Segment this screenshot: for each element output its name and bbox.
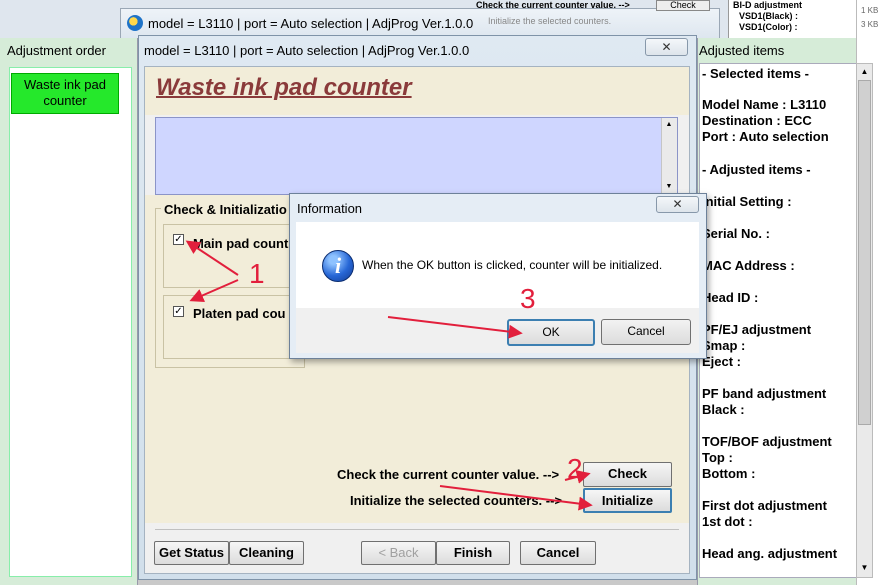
adjusted-item-line: Initial Setting : <box>702 194 792 209</box>
scroll-down-arrow-icon[interactable]: ▼ <box>857 560 872 576</box>
adjustment-order-list <box>9 67 132 577</box>
check-hint: Check the current counter value. --> <box>337 467 560 482</box>
close-icon[interactable]: ✕ <box>645 38 688 56</box>
dialog-title: Information <box>297 201 363 216</box>
main-window-title: model = L3110 | port = Auto selection | … <box>144 43 470 58</box>
step-1-label: 1 <box>249 258 265 289</box>
adjustment-item-label: Waste ink pad <box>24 77 106 92</box>
adjusted-item-line: Top : <box>702 450 733 465</box>
dialog-cancel-button[interactable]: Cancel <box>601 319 691 345</box>
scroll-up-arrow-icon[interactable]: ▲ <box>857 64 872 80</box>
background-adjusted-panel: BI-D adjustment VSD1(Black) : VSD1(Color… <box>728 0 856 38</box>
scroll-up-arrow-icon[interactable]: ▲ <box>662 118 676 132</box>
adjusted-item-line: PF/EJ adjustment <box>702 322 812 337</box>
background-window-title: model = L3110 | port = Auto selection | … <box>148 16 474 31</box>
adjusted-item-line: TOF/BOF adjustment <box>702 434 832 449</box>
ok-button[interactable]: OK <box>507 319 595 346</box>
adjusted-item-line: Destination : ECC <box>702 113 812 128</box>
adjusted-item-line: Head ang. adjustment <box>702 546 838 561</box>
adjusted-item-line: Model Name : L3110 <box>702 97 827 112</box>
page-title: Waste ink pad counter <box>156 74 412 101</box>
adjusted-items-title: Adjusted items <box>699 43 785 58</box>
adjusted-item-line: Bottom : <box>702 466 756 481</box>
main-pad-box <box>163 224 303 288</box>
close-icon[interactable]: ✕ <box>656 196 699 213</box>
check-button[interactable]: Check <box>583 462 672 487</box>
platen-pad-checkbox[interactable]: ✓ <box>173 306 184 317</box>
background-panel-line: VSD1(Black) : <box>739 11 799 21</box>
background-panel-line: VSD1(Color) : <box>739 22 798 32</box>
platen-pad-label: Platen pad cou <box>193 306 286 321</box>
background-check-button[interactable]: Check <box>656 0 710 11</box>
step-3-label: 3 <box>520 283 536 314</box>
background-check-hint: Check the current counter value. --> <box>476 0 630 10</box>
back-button[interactable]: < Back <box>361 541 436 565</box>
cancel-button[interactable]: Cancel <box>520 541 596 565</box>
initialize-hint: Initialize the selected counters. --> <box>350 493 563 508</box>
adjusted-item-line: Head ID : <box>702 290 759 305</box>
adjustment-item-label: counter <box>43 93 87 108</box>
scroll-down-arrow-icon[interactable]: ▼ <box>662 180 676 194</box>
initialize-button[interactable]: Initialize <box>583 488 672 513</box>
adjusted-item-line: - Adjusted items - <box>702 162 811 177</box>
step-2-label: 2 <box>567 453 583 484</box>
adjusted-item-line: Smap : <box>702 338 746 353</box>
adjustment-order-title: Adjustment order <box>7 43 106 58</box>
background-panel-line: BI-D adjustment <box>733 0 803 10</box>
divider <box>155 529 679 530</box>
scrollbar-thumb[interactable] <box>858 80 871 425</box>
description-textbox[interactable] <box>155 117 678 195</box>
adjusted-item-line: Eject : <box>702 354 742 369</box>
cleaning-button[interactable]: Cleaning <box>229 541 304 565</box>
get-status-button[interactable]: Get Status <box>154 541 229 565</box>
adjusted-item-line: - Selected items - <box>702 66 809 81</box>
adjusted-item-line: MAC Address : <box>702 258 795 273</box>
adjusted-item-line: Serial No. : <box>702 226 770 241</box>
adjusted-item-line: Port : Auto selection <box>702 129 829 144</box>
background-init-hint: Initialize the selected counters. <box>488 16 612 26</box>
main-pad-label: Main pad count <box>193 236 289 251</box>
adjustment-item-waste-ink-pad[interactable]: Waste ink pad counter <box>11 73 119 114</box>
adjusted-item-line: 1st dot : <box>702 514 753 529</box>
finish-button[interactable]: Finish <box>436 541 510 565</box>
file-size: 3 KB <box>861 20 879 29</box>
adjusted-item-line: First dot adjustment <box>702 498 827 513</box>
adjusted-item-line: PF band adjustment <box>702 386 827 401</box>
main-pad-checkbox[interactable]: ✓ <box>173 234 184 245</box>
adjusted-item-line: Black : <box>702 402 745 417</box>
group-label: Check & Initializatio <box>161 202 290 217</box>
dialog-message: When the OK button is clicked, counter w… <box>362 258 663 272</box>
app-logo-icon <box>127 15 143 31</box>
info-icon: i <box>322 250 354 282</box>
file-size: 1 KB <box>861 6 879 15</box>
platen-pad-box <box>163 295 303 359</box>
